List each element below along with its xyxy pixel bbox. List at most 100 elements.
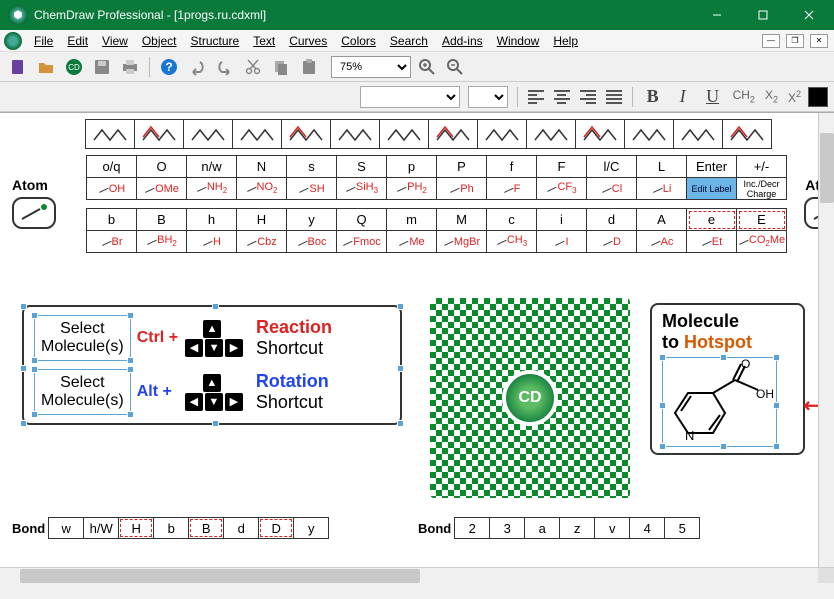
- label-cell: Br: [87, 231, 137, 253]
- atom-tool-left[interactable]: [12, 197, 56, 229]
- paste-icon[interactable]: [297, 55, 321, 79]
- minimize-button[interactable]: [694, 0, 740, 30]
- menu-help[interactable]: Help: [547, 32, 584, 50]
- arrow-up-icon-2: ▲: [203, 374, 221, 392]
- mdi-restore-button[interactable]: ❐: [786, 34, 804, 48]
- menu-addins[interactable]: Add-ins: [436, 32, 489, 50]
- key-cell: O: [137, 156, 187, 178]
- key-cell: y: [287, 209, 337, 231]
- key-cell: B: [137, 209, 187, 231]
- key-cell: H: [237, 209, 287, 231]
- menu-view[interactable]: View: [96, 32, 134, 50]
- formula-button[interactable]: CH2: [730, 88, 758, 104]
- key-cell: A: [637, 209, 687, 231]
- arrow-down-icon: ▼: [205, 339, 223, 357]
- menu-window[interactable]: Window: [491, 32, 546, 50]
- save-icon[interactable]: [90, 55, 114, 79]
- open-icon[interactable]: [34, 55, 58, 79]
- key-cell: s: [287, 156, 337, 178]
- align-center-icon[interactable]: [551, 86, 573, 108]
- align-justify-icon[interactable]: [603, 86, 625, 108]
- menu-text[interactable]: Text: [247, 32, 281, 50]
- key-cell: m: [387, 209, 437, 231]
- label-cell: BH2: [137, 231, 187, 253]
- bond-cell: B: [188, 517, 224, 539]
- key-cell: M: [437, 209, 487, 231]
- bond-cell: b: [153, 517, 189, 539]
- label-cell: NH2: [187, 178, 237, 200]
- zigzag-cell: [477, 119, 527, 149]
- maximize-button[interactable]: [740, 0, 786, 30]
- key-cell: Q: [337, 209, 387, 231]
- superscript-button[interactable]: X2: [785, 89, 804, 105]
- zoom-in-icon[interactable]: [415, 55, 439, 79]
- align-left-icon[interactable]: [525, 86, 547, 108]
- align-right-icon[interactable]: [577, 86, 599, 108]
- label-cell: Cbz: [237, 231, 287, 253]
- arrow-right-icon: ▶: [225, 339, 243, 357]
- menu-curves[interactable]: Curves: [283, 32, 333, 50]
- svg-text:O: O: [741, 358, 750, 371]
- zigzag-cell: [330, 119, 380, 149]
- shortcut-label-2: Shortcut: [256, 392, 329, 413]
- label-cell: CO2Me: [737, 231, 787, 253]
- color-swatch[interactable]: [808, 87, 828, 107]
- redo-icon[interactable]: [213, 55, 237, 79]
- font-select[interactable]: [360, 86, 460, 108]
- main-toolbar: CD ? 75%: [0, 52, 834, 82]
- menu-object[interactable]: Object: [136, 32, 183, 50]
- menu-file[interactable]: File: [28, 32, 59, 50]
- label-cell: PH2: [387, 178, 437, 200]
- mdi-close-button[interactable]: ✕: [810, 34, 828, 48]
- chemdraw-icon[interactable]: CD: [62, 55, 86, 79]
- menu-colors[interactable]: Colors: [335, 32, 382, 50]
- zoom-out-icon[interactable]: [443, 55, 467, 79]
- svg-text:?: ?: [165, 60, 172, 74]
- label-cell: Boc: [287, 231, 337, 253]
- molecule-title-1: Molecule: [662, 311, 739, 331]
- key-cell: o/q: [87, 156, 137, 178]
- horizontal-scrollbar[interactable]: [0, 568, 818, 583]
- rotation-label: Rotation: [256, 371, 329, 392]
- zoom-select[interactable]: 75%: [331, 56, 411, 78]
- mdi-minimize-button[interactable]: —: [762, 34, 780, 48]
- copy-icon[interactable]: [269, 55, 293, 79]
- cut-icon[interactable]: [241, 55, 265, 79]
- bond-cell: D: [258, 517, 294, 539]
- label-cell: Cl: [587, 178, 637, 200]
- menu-edit[interactable]: Edit: [61, 32, 94, 50]
- arrow-right-icon-2: ▶: [225, 393, 243, 411]
- close-button[interactable]: [786, 0, 832, 30]
- key-cell: h: [187, 209, 237, 231]
- print-icon[interactable]: [118, 55, 142, 79]
- zigzag-cell: [428, 119, 478, 149]
- italic-button[interactable]: I: [670, 85, 696, 109]
- vertical-scrollbar[interactable]: [818, 113, 834, 567]
- molecule-title-2: to: [662, 332, 684, 352]
- label-cell: Ph: [437, 178, 487, 200]
- arrow-left-icon-2: ◀: [185, 393, 203, 411]
- undo-icon[interactable]: [185, 55, 209, 79]
- key-cell: F: [537, 156, 587, 178]
- help-icon[interactable]: ?: [157, 55, 181, 79]
- menu-search[interactable]: Search: [384, 32, 434, 50]
- key-cell: E: [737, 209, 787, 231]
- hotspot-label: Hotspot: [684, 332, 752, 352]
- new-doc-icon[interactable]: [6, 55, 30, 79]
- shortcut-box: SelectMolecule(s) Ctrl + ▲ ◀▼▶ Reaction …: [22, 305, 402, 425]
- key-cell: N: [237, 156, 287, 178]
- menu-structure[interactable]: Structure: [185, 32, 246, 50]
- subscript-button[interactable]: X2: [762, 88, 781, 104]
- alt-label: Alt +: [137, 383, 172, 401]
- size-select[interactable]: [468, 86, 508, 108]
- label-cell: SiH3: [337, 178, 387, 200]
- canvas[interactable]: Atom Ator o/qOn/wNsSpPfFl/CLEnter+/-OHOM…: [0, 112, 834, 567]
- label-cell: F: [487, 178, 537, 200]
- bond-cell: 4: [629, 517, 665, 539]
- window-title: ChemDraw Professional - [1progs.ru.cdxml…: [34, 8, 694, 22]
- key-cell: n/w: [187, 156, 237, 178]
- format-toolbar: B I U CH2 X2 X2: [0, 82, 834, 112]
- underline-button[interactable]: U: [700, 85, 726, 109]
- bold-button[interactable]: B: [640, 85, 666, 109]
- zigzag-cell: [624, 119, 674, 149]
